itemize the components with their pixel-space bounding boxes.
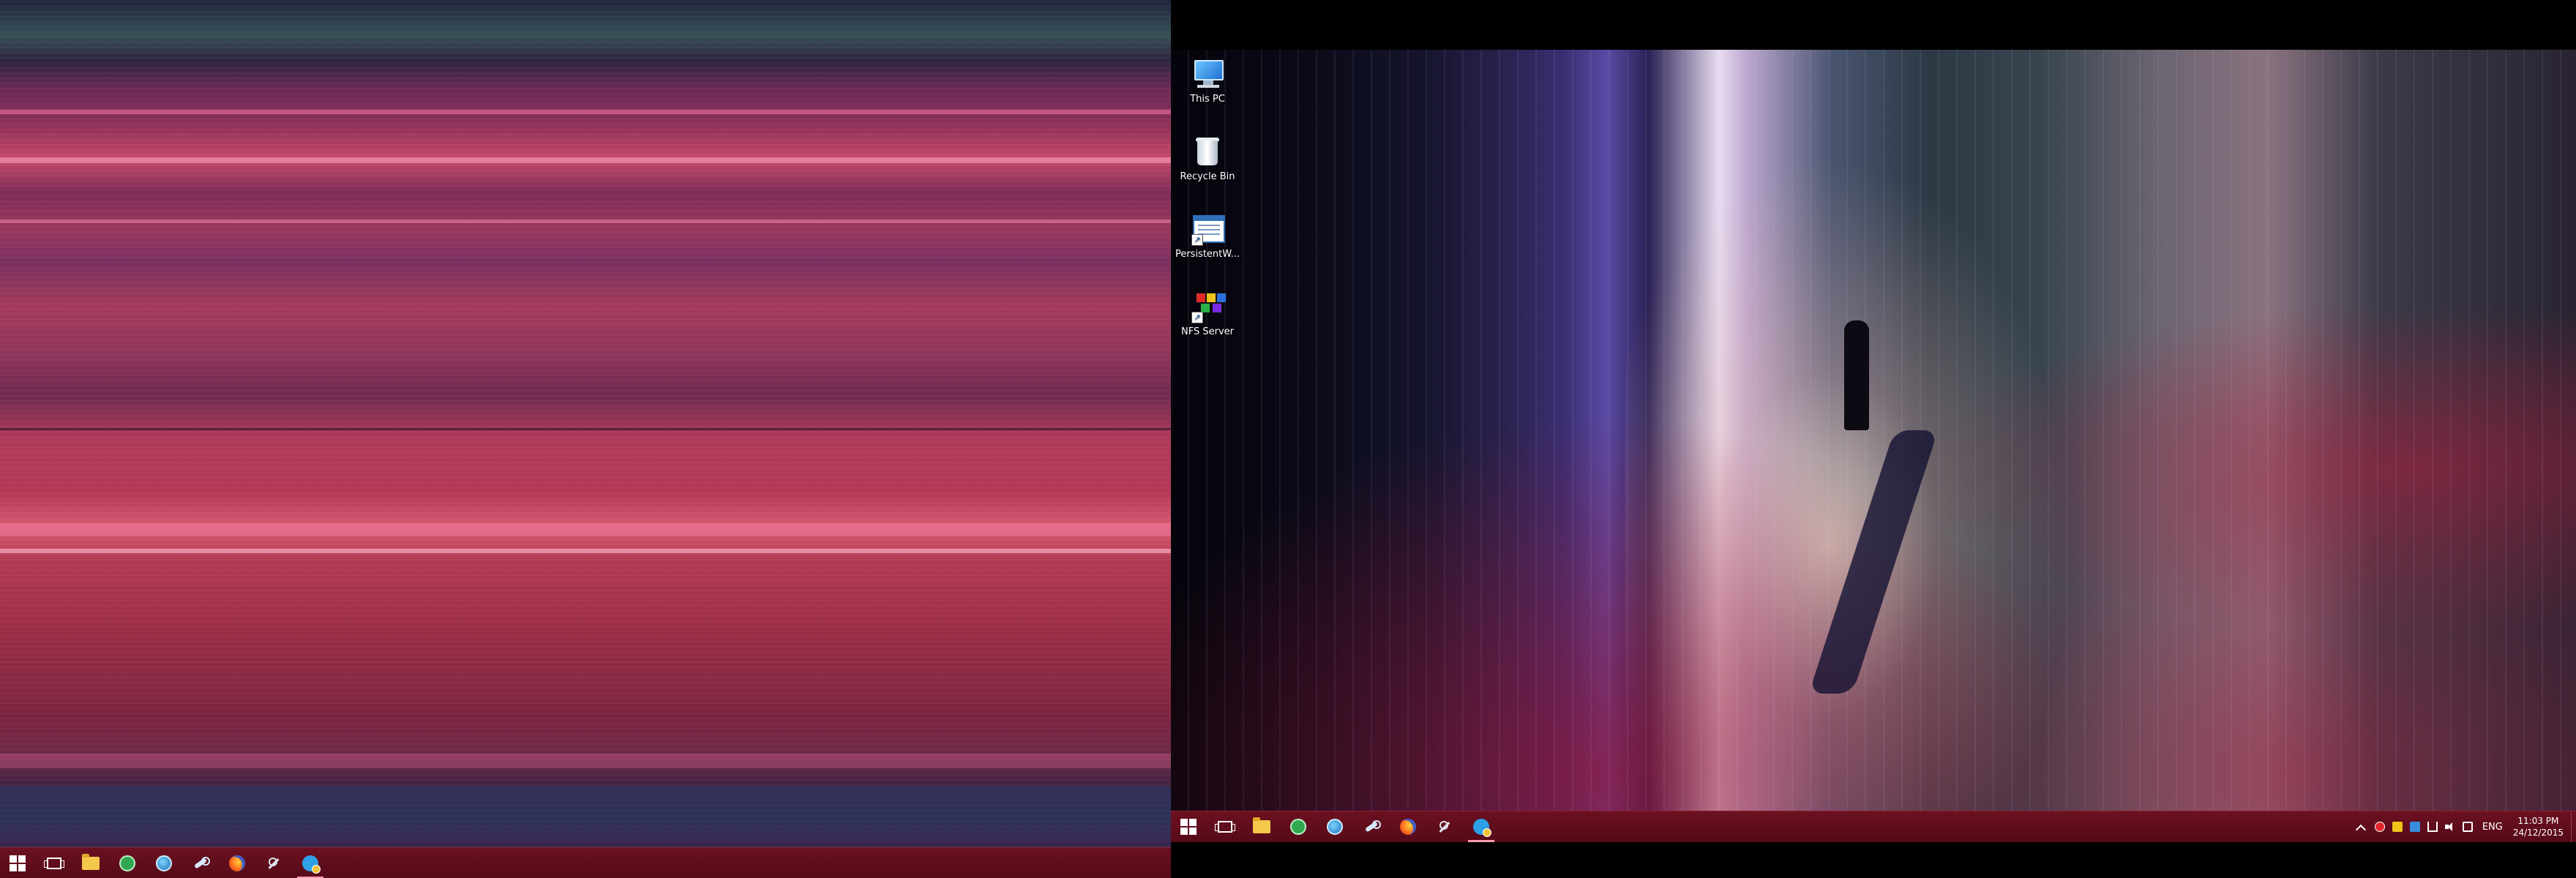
folder-icon (1253, 817, 1270, 833)
right-monitor-desktop: This PC Recycle Bin ↗ PersistentW... ↗ N… (1171, 0, 2576, 878)
wallpaper-streak (0, 523, 1171, 536)
wallpaper-streak (0, 110, 1171, 114)
volume-icon[interactable] (2444, 822, 2455, 832)
desktop-icon-nfs-server[interactable]: ↗ NFS Server (1174, 288, 1241, 337)
firefox-icon (1400, 819, 1416, 835)
wallpaper-streak (0, 754, 1171, 768)
task-view-button[interactable] (1208, 811, 1243, 842)
computer-icon (1190, 56, 1225, 91)
taskbar-right: ENG 11:03 PM 24/12/2015 (1171, 811, 2576, 842)
start-button[interactable] (1171, 811, 1206, 842)
wallpaper-rain (1171, 50, 2576, 812)
chat-app-button[interactable] (1464, 811, 1499, 842)
firefox-button[interactable] (1390, 811, 1426, 842)
taskbar-left (0, 847, 1171, 878)
wallpaper-figure (1844, 320, 1869, 430)
green-circle-icon (119, 855, 135, 871)
blue-circle-icon (1327, 819, 1343, 835)
chevron-up-icon (2355, 824, 2366, 836)
document-window-icon: ↗ (1190, 211, 1225, 246)
blue-tray-icon[interactable] (2409, 822, 2420, 832)
firefox-button[interactable] (220, 848, 255, 878)
desktop-icon-recycle-bin[interactable]: Recycle Bin (1174, 133, 1241, 182)
file-explorer-button[interactable] (1244, 811, 1279, 842)
desktop-icon-this-pc[interactable]: This PC (1174, 56, 1241, 105)
wrench-tool-icon (1437, 819, 1453, 835)
wallpaper-streak (0, 787, 1171, 845)
red-tray-icon[interactable] (2374, 822, 2385, 832)
tool-button[interactable] (256, 848, 291, 878)
desktop-icon-label: This PC (1190, 94, 1225, 105)
tool-button[interactable] (1427, 811, 1462, 842)
desktop-icon-label: PersistentW... (1175, 249, 1240, 260)
blue-circle-icon (156, 855, 172, 871)
left-monitor-desktop (0, 0, 1171, 878)
folder-icon (82, 854, 100, 870)
network-icon[interactable] (2427, 822, 2438, 832)
shortcut-arrow-icon: ↗ (1191, 234, 1203, 246)
blue-app-button[interactable] (1317, 811, 1352, 842)
language-indicator[interactable]: ENG (2482, 822, 2503, 833)
chat-app-icon (302, 855, 321, 874)
steam-icon (192, 855, 210, 871)
task-view-icon (44, 858, 64, 869)
windows-logo-icon (1180, 819, 1197, 835)
desktop-icon-persistent[interactable]: ↗ PersistentW... (1174, 211, 1241, 260)
desktop-icon-label: NFS Server (1181, 326, 1234, 337)
wallpaper-streak (0, 428, 1171, 430)
firefox-icon (229, 855, 245, 871)
wallpaper-streak (0, 549, 1171, 553)
clock-time: 11:03 PM (2517, 816, 2559, 826)
desktop-wallpaper (1171, 50, 2576, 812)
file-explorer-button[interactable] (73, 848, 108, 878)
green-app-button[interactable] (1281, 811, 1316, 842)
blue-app-button[interactable] (146, 848, 181, 878)
task-view-button[interactable] (37, 848, 72, 878)
steam-button[interactable] (183, 848, 218, 878)
windows-logo-icon (10, 855, 26, 871)
nfs-server-icon: ↗ (1190, 288, 1227, 323)
shortcut-arrow-icon: ↗ (1191, 312, 1203, 323)
clock[interactable]: 11:03 PM 24/12/2015 (2513, 815, 2564, 838)
green-app-button[interactable] (110, 848, 145, 878)
steam-button[interactable] (1354, 811, 1389, 842)
steam-icon (1363, 819, 1381, 835)
recycle-bin-icon (1190, 133, 1225, 168)
chat-app-button[interactable] (293, 848, 328, 878)
system-tray: ENG 11:03 PM 24/12/2015 (2354, 811, 2576, 842)
show-desktop-button[interactable] (2571, 811, 2576, 842)
yellow-tray-icon[interactable] (2392, 822, 2403, 832)
start-button[interactable] (0, 848, 35, 878)
task-view-icon (1215, 821, 1235, 833)
wallpaper-streak (0, 157, 1171, 163)
action-center-icon[interactable] (2462, 822, 2473, 832)
wrench-tool-icon (266, 855, 282, 871)
wallpaper-streak (0, 220, 1171, 223)
show-hidden-icons-button[interactable] (2355, 822, 2367, 836)
clock-date: 24/12/2015 (2512, 828, 2564, 838)
desktop-icon-label: Recycle Bin (1180, 171, 1235, 182)
chat-app-icon (1473, 819, 1491, 837)
green-circle-icon (1290, 819, 1306, 835)
